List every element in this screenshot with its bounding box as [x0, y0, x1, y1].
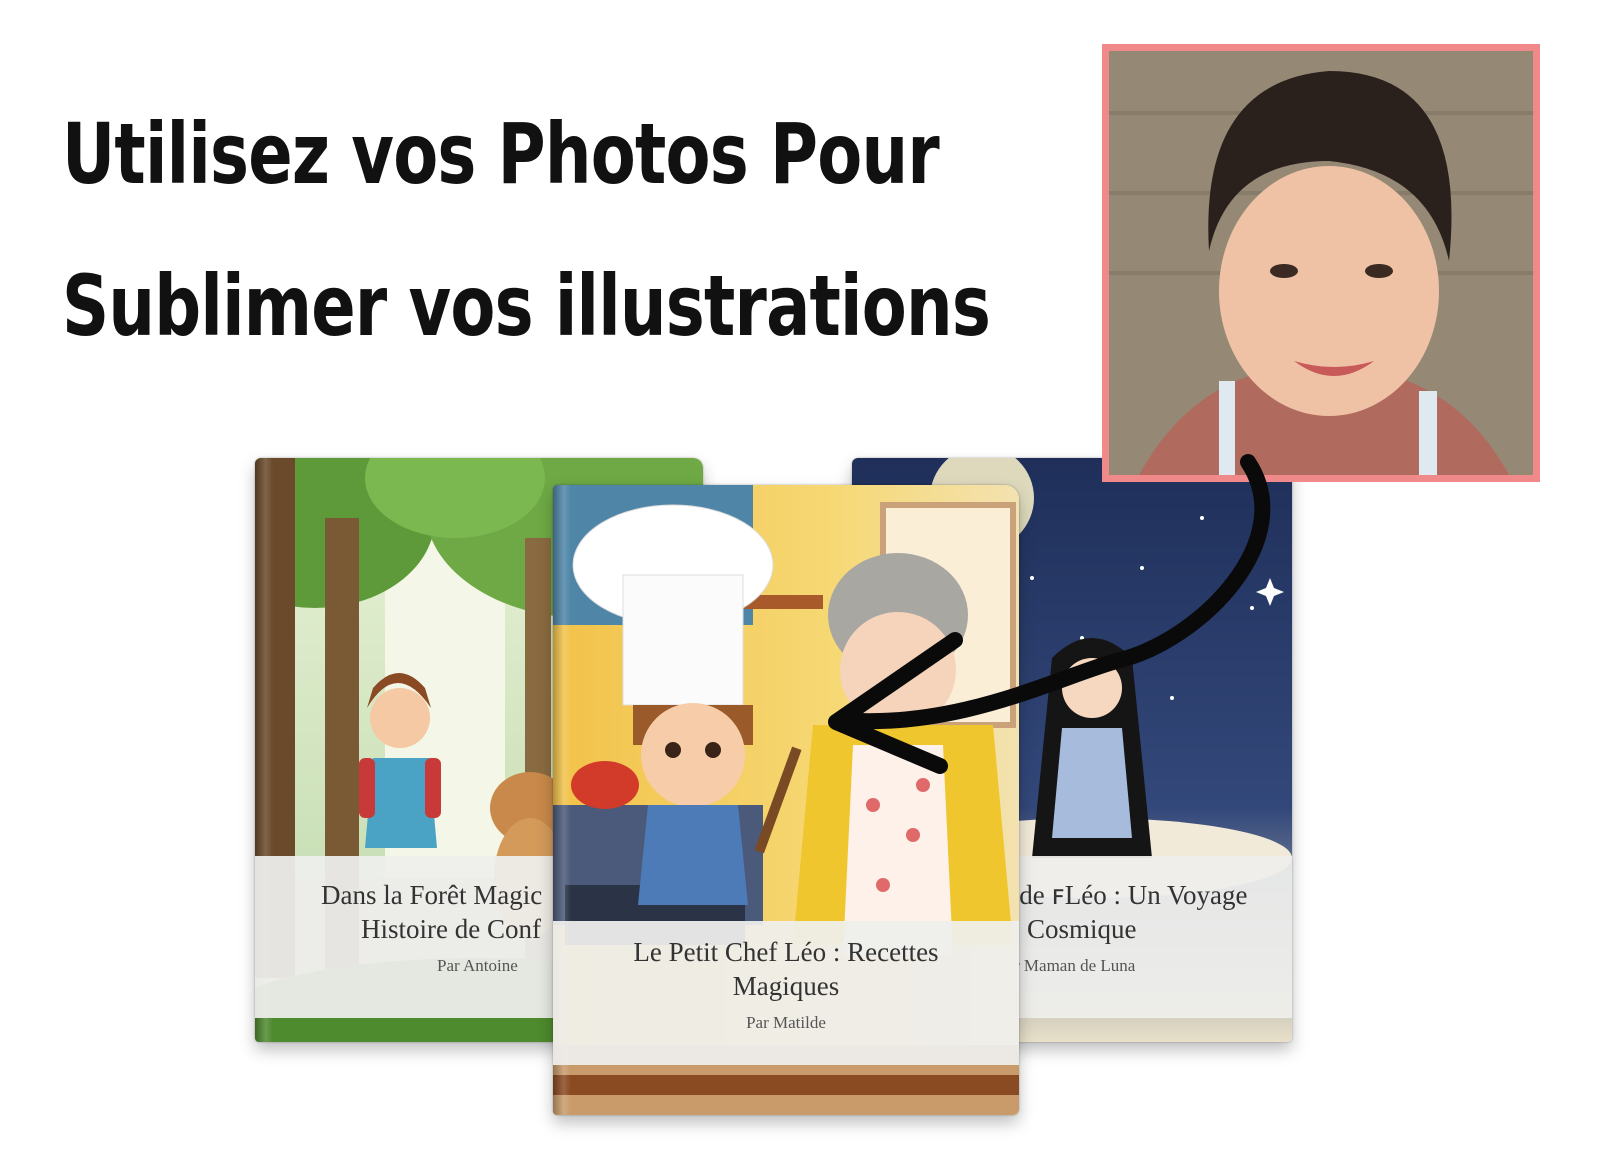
- curved-arrow-icon: [828, 454, 1271, 774]
